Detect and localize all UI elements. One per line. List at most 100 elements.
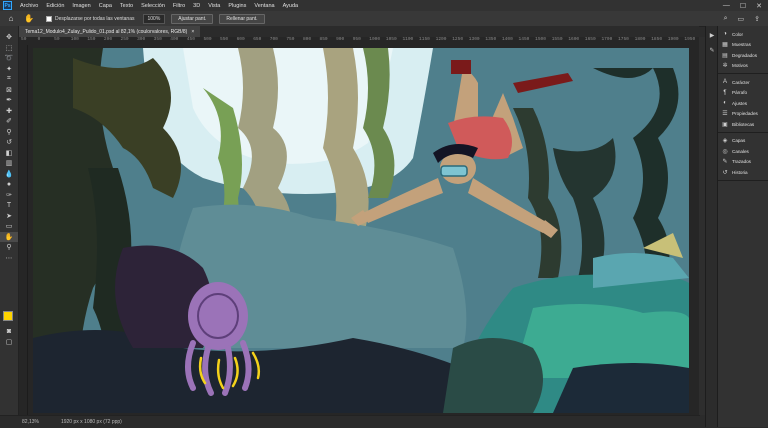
lasso-tool-icon[interactable]: ➰ [0,53,18,64]
window-controls: — ☐ ✕ [723,2,768,10]
more-tools-icon[interactable]: ⋯ [0,253,18,264]
menu-ayuda[interactable]: Ayuda [279,3,303,9]
panel-libraries[interactable]: ▣ Bibliotecas [718,119,768,130]
panel-layers[interactable]: ◈ Capas [718,136,768,147]
close-tab-icon[interactable]: × [191,29,194,35]
ruler-tick-label: 1450 [518,37,530,42]
panel-label: Ajustes [732,100,748,106]
eraser-tool-icon[interactable]: ◧ [0,148,18,159]
panel-group-layers: ◈ Capas ◎ Canales ✎ Trazados ↺ Historia [718,133,768,181]
panel-swatches[interactable]: ▦ Muestras [718,40,768,51]
artwork-canvas[interactable] [33,48,689,413]
ruler-tick-label: 1200 [435,37,447,42]
close-button[interactable]: ✕ [756,2,762,10]
ruler-tick-label: 300 [137,37,146,42]
search-icon[interactable]: ⌕ [724,15,728,23]
path-select-tool-icon[interactable]: ➤ [0,211,18,222]
ruler-tick-label: 1750 [618,37,629,42]
history-brush-tool-icon[interactable]: ↺ [0,137,18,148]
ruler-tick-label: 1150 [419,37,430,42]
workspace-icon[interactable]: ▭ [738,15,745,23]
panel-properties[interactable]: ☰ Propiedades [718,109,768,120]
gradient-tool-icon[interactable]: ▥ [0,158,18,169]
type-tool-icon[interactable]: T [0,200,18,211]
panel-paragraph[interactable]: ¶ Párrafo [718,88,768,99]
menu-archivo[interactable]: Archivo [16,3,42,9]
gradients-icon: ▤ [722,52,728,59]
panel-patterns[interactable]: ✲ Motivos [718,61,768,72]
menu-texto[interactable]: Texto [116,3,137,9]
menu-capa[interactable]: Capa [95,3,116,9]
pen-tool-icon[interactable]: ✑ [0,190,18,201]
eyedropper-tool-icon[interactable]: ✒ [0,95,18,106]
ruler-tick-label: 1000 [369,37,381,42]
panel-label: Capas [732,138,746,144]
document-tab[interactable]: Tema12_Modulo4_Zulay_Pulido_01.psd al 82… [19,26,201,37]
hand-tool-icon[interactable]: ✋▾ [24,14,36,33]
frame-tool-icon[interactable]: ⊠ [0,85,18,96]
shape-tool-icon[interactable]: ▭ [0,221,18,232]
menu-vista[interactable]: Vista [204,3,224,9]
fill-screen-button[interactable]: Rellenar pant. [219,13,265,24]
panel-gradients[interactable]: ▤ Degradados [718,50,768,61]
menu-3d[interactable]: 3D [189,3,204,9]
panel-paths[interactable]: ✎ Trazados [718,157,768,168]
fit-screen-button[interactable]: Ajustar pant. [171,13,214,24]
healing-tool-icon[interactable]: ✚ [0,106,18,117]
ruler-tick-label: 1100 [402,37,414,42]
zoom-level[interactable]: 82,13% [22,419,39,425]
panel-character[interactable]: A Carácter [718,77,768,88]
panel-label: Historia [732,169,748,175]
document-info[interactable]: 1920 px x 1080 px (72 ppp) [61,419,122,425]
menu-filtro[interactable]: Filtro [169,3,189,9]
ruler-tick-label: 1900 [667,37,679,42]
document-title: Tema12_Modulo4_Zulay_Pulido_01.psd al 82… [25,28,188,35]
panel-channels[interactable]: ◎ Canales [718,146,768,157]
menu-plugins[interactable]: Plugins [224,3,250,9]
zoom-field[interactable]: 100% [142,13,166,24]
ruler-tick-label: 700 [269,37,278,42]
ruler-tick-label: 800 [302,37,312,42]
panels-column: ◑ Color ▦ Muestras ▤ Degradados ✲ Motivos AC… [717,26,768,427]
vertical-ruler[interactable] [19,45,28,415]
properties-icon: ☰ [722,111,728,118]
screen-mode-icon[interactable]: ▢ [0,337,18,348]
scroll-all-checkbox[interactable] [46,15,52,22]
options-right-icons: ⌕ ▭ ⇪ [724,15,768,23]
stamp-tool-icon[interactable]: ⚲ [0,127,18,138]
hand-tool-icon[interactable]: ✋ [0,231,18,242]
maximize-button[interactable]: ☐ [740,2,746,10]
panel-color[interactable]: ◑ Color [718,29,768,40]
ruler-tick-label: 600 [236,37,245,42]
dodge-tool-icon[interactable]: ● [0,179,18,190]
ruler-tick-label: 50 [54,37,60,42]
ruler-tick-label: 1050 [385,37,397,42]
minimize-button[interactable]: — [723,2,730,10]
menu-ventana[interactable]: Ventana [250,3,278,9]
ruler-tick-label: 1800 [634,37,646,42]
brush-tool-icon[interactable]: ✐ [0,116,18,127]
home-icon[interactable]: ⌂ [6,14,16,24]
photoshop-logo[interactable]: Ps [3,1,12,10]
ruler-tick-label: 1300 [468,37,480,42]
foreground-color-swatch[interactable] [3,311,13,321]
scroll-all-label: Desplazarse por todas las ventanas [55,15,135,22]
menu-bar: Ps Archivo Edición Imagen Capa Texto Sel… [0,0,768,11]
menu-seleccion[interactable]: Selección [137,3,169,9]
marquee-tool-icon[interactable]: ⬚ [0,43,18,54]
crop-tool-icon[interactable]: ⌗ [0,74,18,85]
menu-imagen[interactable]: Imagen [68,3,94,9]
quick-mask-icon[interactable]: ◙ [0,326,18,337]
share-icon[interactable]: ⇪ [754,15,760,23]
canvas-workspace[interactable] [28,45,699,415]
panel-history[interactable]: ↺ Historia [718,167,768,178]
quick-select-tool-icon[interactable]: ✦ [0,64,18,75]
ruler-tick-label: 1250 [452,37,464,42]
blur-tool-icon[interactable]: 💧 [0,169,18,180]
panel-label: Carácter [732,79,750,85]
zoom-tool-icon[interactable]: ⚲ [0,242,18,253]
move-tool-icon[interactable]: ✥ [0,32,18,43]
layers-icon: ◈ [722,138,728,145]
menu-edicion[interactable]: Edición [42,3,68,9]
panel-adjustments[interactable]: ◐ Ajustes [718,98,768,109]
